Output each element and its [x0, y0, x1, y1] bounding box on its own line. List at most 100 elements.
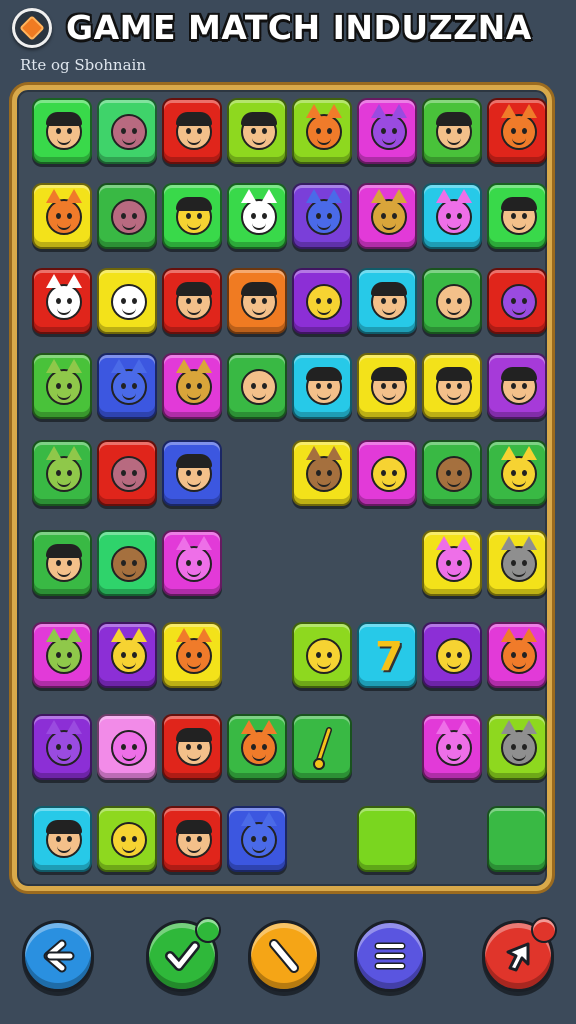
red-cat-icon — [501, 104, 537, 150]
boy-face-icon — [501, 367, 537, 405]
tile-owl-cat-icon[interactable] — [162, 353, 222, 419]
boy-face-icon — [46, 820, 82, 858]
cursor-arrow-icon — [498, 936, 538, 976]
tile-boy-face-icon[interactable] — [357, 353, 417, 419]
pink-cat-icon — [176, 536, 212, 582]
tile-number-seven-icon[interactable]: 7 — [357, 622, 417, 688]
tile-blank-tile[interactable] — [487, 806, 547, 872]
yellow-onion-icon — [306, 284, 342, 320]
hint-button[interactable] — [248, 920, 320, 992]
tile-orange-cat-icon[interactable] — [227, 714, 287, 780]
tile-orange-tabby-cat-icon[interactable] — [32, 183, 92, 249]
tile-pink-cat-icon[interactable] — [162, 530, 222, 596]
confirm-button[interactable] — [146, 917, 221, 992]
tile-boy-face-icon[interactable] — [162, 714, 222, 780]
orange-cat-icon — [501, 628, 537, 674]
tile-orange-cat-icon[interactable] — [292, 98, 352, 164]
tile-bald-face-icon[interactable] — [227, 353, 287, 419]
tile-lime-cat-icon[interactable] — [32, 622, 92, 688]
boy-face-icon — [176, 728, 212, 766]
tile-yellow-onion-icon[interactable] — [292, 268, 352, 334]
tile-dark-onion-icon[interactable] — [422, 440, 482, 506]
tile-green-cat-icon[interactable] — [32, 353, 92, 419]
pink-cat-icon — [436, 189, 472, 235]
white-onion-icon — [111, 284, 147, 320]
tile-onion-creature-icon[interactable] — [97, 98, 157, 164]
tile-blank-tile[interactable] — [357, 806, 417, 872]
tile-boy-face-icon[interactable] — [32, 98, 92, 164]
tile-white-cat-icon[interactable] — [32, 268, 92, 334]
shuffle-button[interactable] — [482, 917, 557, 992]
tile-boy-face-icon[interactable] — [487, 183, 547, 249]
tile-onion-creature-icon[interactable] — [97, 440, 157, 506]
tile-boy-face-icon[interactable] — [162, 268, 222, 334]
tile-purple-cat-icon[interactable] — [32, 714, 92, 780]
owl-cat-icon — [176, 359, 212, 405]
tile-pink-onion-icon[interactable] — [97, 714, 157, 780]
pineapple-creature-icon — [436, 284, 472, 320]
tile-white-onion-icon[interactable] — [97, 268, 157, 334]
tile-brown-onion-icon[interactable] — [97, 530, 157, 596]
boy-face-icon — [501, 197, 537, 235]
tile-pink-cat-icon[interactable] — [422, 183, 482, 249]
tile-owl-cat-icon[interactable] — [357, 183, 417, 249]
blue-cat-icon — [306, 189, 342, 235]
tile-wolf-icon[interactable] — [487, 714, 547, 780]
tile-yellow-cat-icon[interactable] — [97, 622, 157, 688]
tile-boy-face-icon[interactable] — [162, 806, 222, 872]
tile-brown-cat-icon[interactable] — [292, 440, 352, 506]
notification-badge — [531, 917, 557, 943]
tile-orange-fox-icon[interactable] — [162, 622, 222, 688]
yellow-cat-icon — [111, 628, 147, 674]
orange-diamond-icon[interactable] — [12, 8, 52, 48]
tile-purple-cat-icon[interactable] — [357, 98, 417, 164]
tile-boy-face-icon[interactable] — [227, 98, 287, 164]
tile-yellow-boy-face-icon[interactable] — [162, 183, 222, 249]
tile-onion-creature-icon[interactable] — [97, 183, 157, 249]
tile-grey-cat-icon[interactable] — [487, 530, 547, 596]
tile-blue-cat-icon[interactable] — [292, 183, 352, 249]
yellow-boy-face-icon — [176, 197, 212, 235]
white-cat-icon — [46, 274, 82, 320]
menu-button[interactable] — [354, 920, 426, 992]
tile-pineapple-creature-icon[interactable] — [422, 268, 482, 334]
boy-face-icon — [46, 544, 82, 582]
tile-boy-face-icon[interactable] — [32, 530, 92, 596]
tile-boy-face-icon[interactable] — [292, 353, 352, 419]
back-button[interactable] — [22, 920, 94, 992]
tile-pin-icon[interactable] — [292, 714, 352, 780]
tile-white-cat-icon[interactable] — [227, 183, 287, 249]
tile-boy-face-icon[interactable] — [32, 806, 92, 872]
tile-boy-face-icon[interactable] — [422, 353, 482, 419]
onion-creature-icon — [111, 114, 147, 150]
pink-onion-icon — [111, 730, 147, 766]
boy-face-icon — [371, 367, 407, 405]
tile-yellow-cat-icon[interactable] — [487, 440, 547, 506]
tile-boy-face-icon[interactable] — [227, 268, 287, 334]
tile-magenta-cat-icon[interactable] — [422, 530, 482, 596]
tile-orange-cat-icon[interactable] — [487, 622, 547, 688]
tile-boy-face-icon[interactable] — [487, 353, 547, 419]
tile-boy-face-icon[interactable] — [162, 98, 222, 164]
pin-icon — [294, 716, 350, 778]
tile-pink-cat-icon[interactable] — [422, 714, 482, 780]
yellow-fire-face-icon — [371, 456, 407, 492]
tile-blue-cat-icon[interactable] — [97, 353, 157, 419]
brown-cat-icon — [306, 446, 342, 492]
tile-boy-face-icon[interactable] — [162, 440, 222, 506]
tile-star-creature-icon[interactable] — [422, 622, 482, 688]
tile-blue-cat-icon[interactable] — [227, 806, 287, 872]
tile-boy-face-icon[interactable] — [422, 98, 482, 164]
purple-cat-icon — [46, 720, 82, 766]
tile-star-creature-icon[interactable] — [292, 622, 352, 688]
tile-green-cat-icon[interactable] — [32, 440, 92, 506]
tile-number: 7 — [375, 634, 403, 680]
orange-cat-icon — [241, 720, 277, 766]
tile-boy-face-icon[interactable] — [357, 268, 417, 334]
boy-face-icon — [176, 282, 212, 320]
tile-red-cat-icon[interactable] — [487, 98, 547, 164]
tile-purple-creature-icon[interactable] — [487, 268, 547, 334]
yellow-onion-icon — [111, 822, 147, 858]
tile-yellow-fire-face-icon[interactable] — [357, 440, 417, 506]
tile-yellow-onion-icon[interactable] — [97, 806, 157, 872]
